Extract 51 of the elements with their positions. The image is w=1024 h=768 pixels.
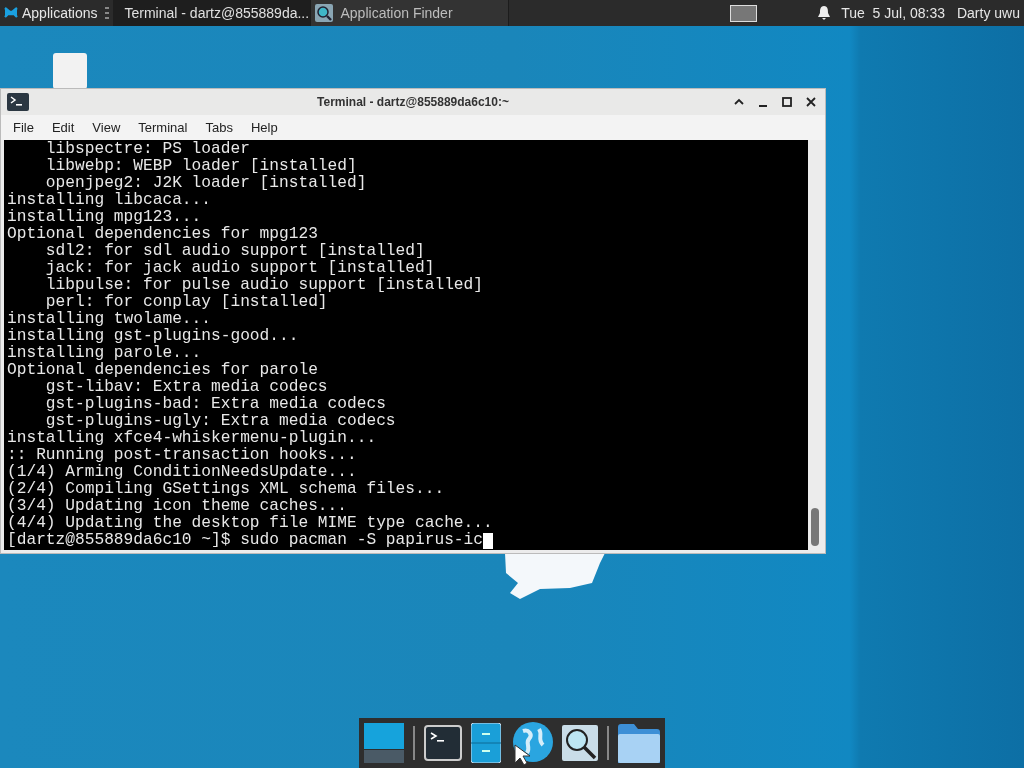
bell-icon[interactable] [817, 5, 832, 21]
terminal-line: (2/4) Compiling GSettings XML schema files... [7, 481, 446, 498]
magnifier-icon [314, 4, 333, 22]
terminal-line: libpulse: for pulse audio support [installed] [44, 277, 484, 294]
user-name[interactable]: Darty uwu [956, 5, 1020, 21]
terminal-icon [7, 93, 29, 111]
terminal-line: sdl2: for sdl audio support [installed] [44, 243, 426, 260]
command-prompt[interactable]: [dartz@855889da6c10 ~]$ sudo pacman -S papirus-ic [7, 532, 483, 549]
terminal-line: jack: for jack audio support [installed] [44, 260, 436, 277]
terminal-line: (3/4) Updating icon theme caches... [7, 498, 348, 515]
terminal-line: :: Running post-transaction hooks... [7, 447, 358, 464]
file-cabinet-icon[interactable] [470, 723, 501, 763]
close-icon[interactable] [805, 96, 817, 108]
terminal-line: installing xfce4-whiskermenu-plugin... [7, 430, 378, 447]
terminal-line: installing gst-plugins-good... [7, 328, 300, 345]
handle-icon[interactable] [104, 7, 109, 19]
terminal-line: gst-libav: Extra media codecs [44, 379, 329, 396]
terminal-line: Optional dependencies for parole [7, 362, 319, 379]
terminal-line: (4/4) Updating the desktop file MIME type cache... [7, 515, 494, 532]
terminal-line: libspectre: PS loader [44, 141, 251, 158]
title-bar[interactable]: Terminal - dartz@855889da6c10:~ [1, 89, 825, 115]
taskbar-button[interactable]: Terminal - dartz@855889da... [112, 0, 311, 26]
terminal-line: installing parole... [7, 345, 203, 362]
menu-item[interactable]: Tabs [196, 120, 242, 135]
terminal-line: gst-plugins-bad: Extra media codecs [44, 396, 387, 413]
maximize-icon[interactable] [781, 96, 793, 108]
terminal-line: gst-plugins-ugly: Extra media codecs [44, 413, 397, 430]
terminal-icon[interactable] [423, 725, 462, 761]
text-cursor [483, 532, 493, 549]
workspace-switcher[interactable] [730, 4, 758, 22]
menu-item[interactable]: Help [241, 120, 287, 135]
taskbar-button[interactable]: Application Finder [310, 0, 509, 26]
menu-item[interactable]: File [4, 120, 43, 135]
folder-icon[interactable] [617, 723, 660, 763]
search-icon[interactable] [562, 725, 599, 761]
terminal-line: perl: for conplay [installed] [44, 294, 329, 311]
terminal-line: installing mpg123... [7, 209, 203, 226]
clock[interactable]: Tue 5 Jul, 08:33 [841, 5, 945, 21]
menu-item[interactable]: View [83, 120, 130, 135]
window-title: Terminal - dartz@855889da6c10:~ [317, 95, 509, 109]
applications-menu-button[interactable]: Applications [0, 0, 102, 26]
terminal-line: installing twolame... [7, 311, 212, 328]
terminal-line: (1/4) Arming ConditionNeedsUpdate... [7, 464, 358, 481]
scrollbar-thumb[interactable] [811, 508, 819, 546]
terminal-line: installing libcaca... [7, 192, 212, 209]
menu-item[interactable]: Terminal [129, 120, 197, 135]
terminal-line: Optional dependencies for mpg123 [7, 226, 319, 243]
terminal-line: openjpeg2: J2K loader [installed] [44, 175, 368, 192]
menu-item[interactable]: Edit [42, 120, 84, 135]
show-desktop-icon[interactable] [364, 723, 404, 763]
terminal-line: libwebp: WEBP loader [installed] [44, 158, 358, 175]
